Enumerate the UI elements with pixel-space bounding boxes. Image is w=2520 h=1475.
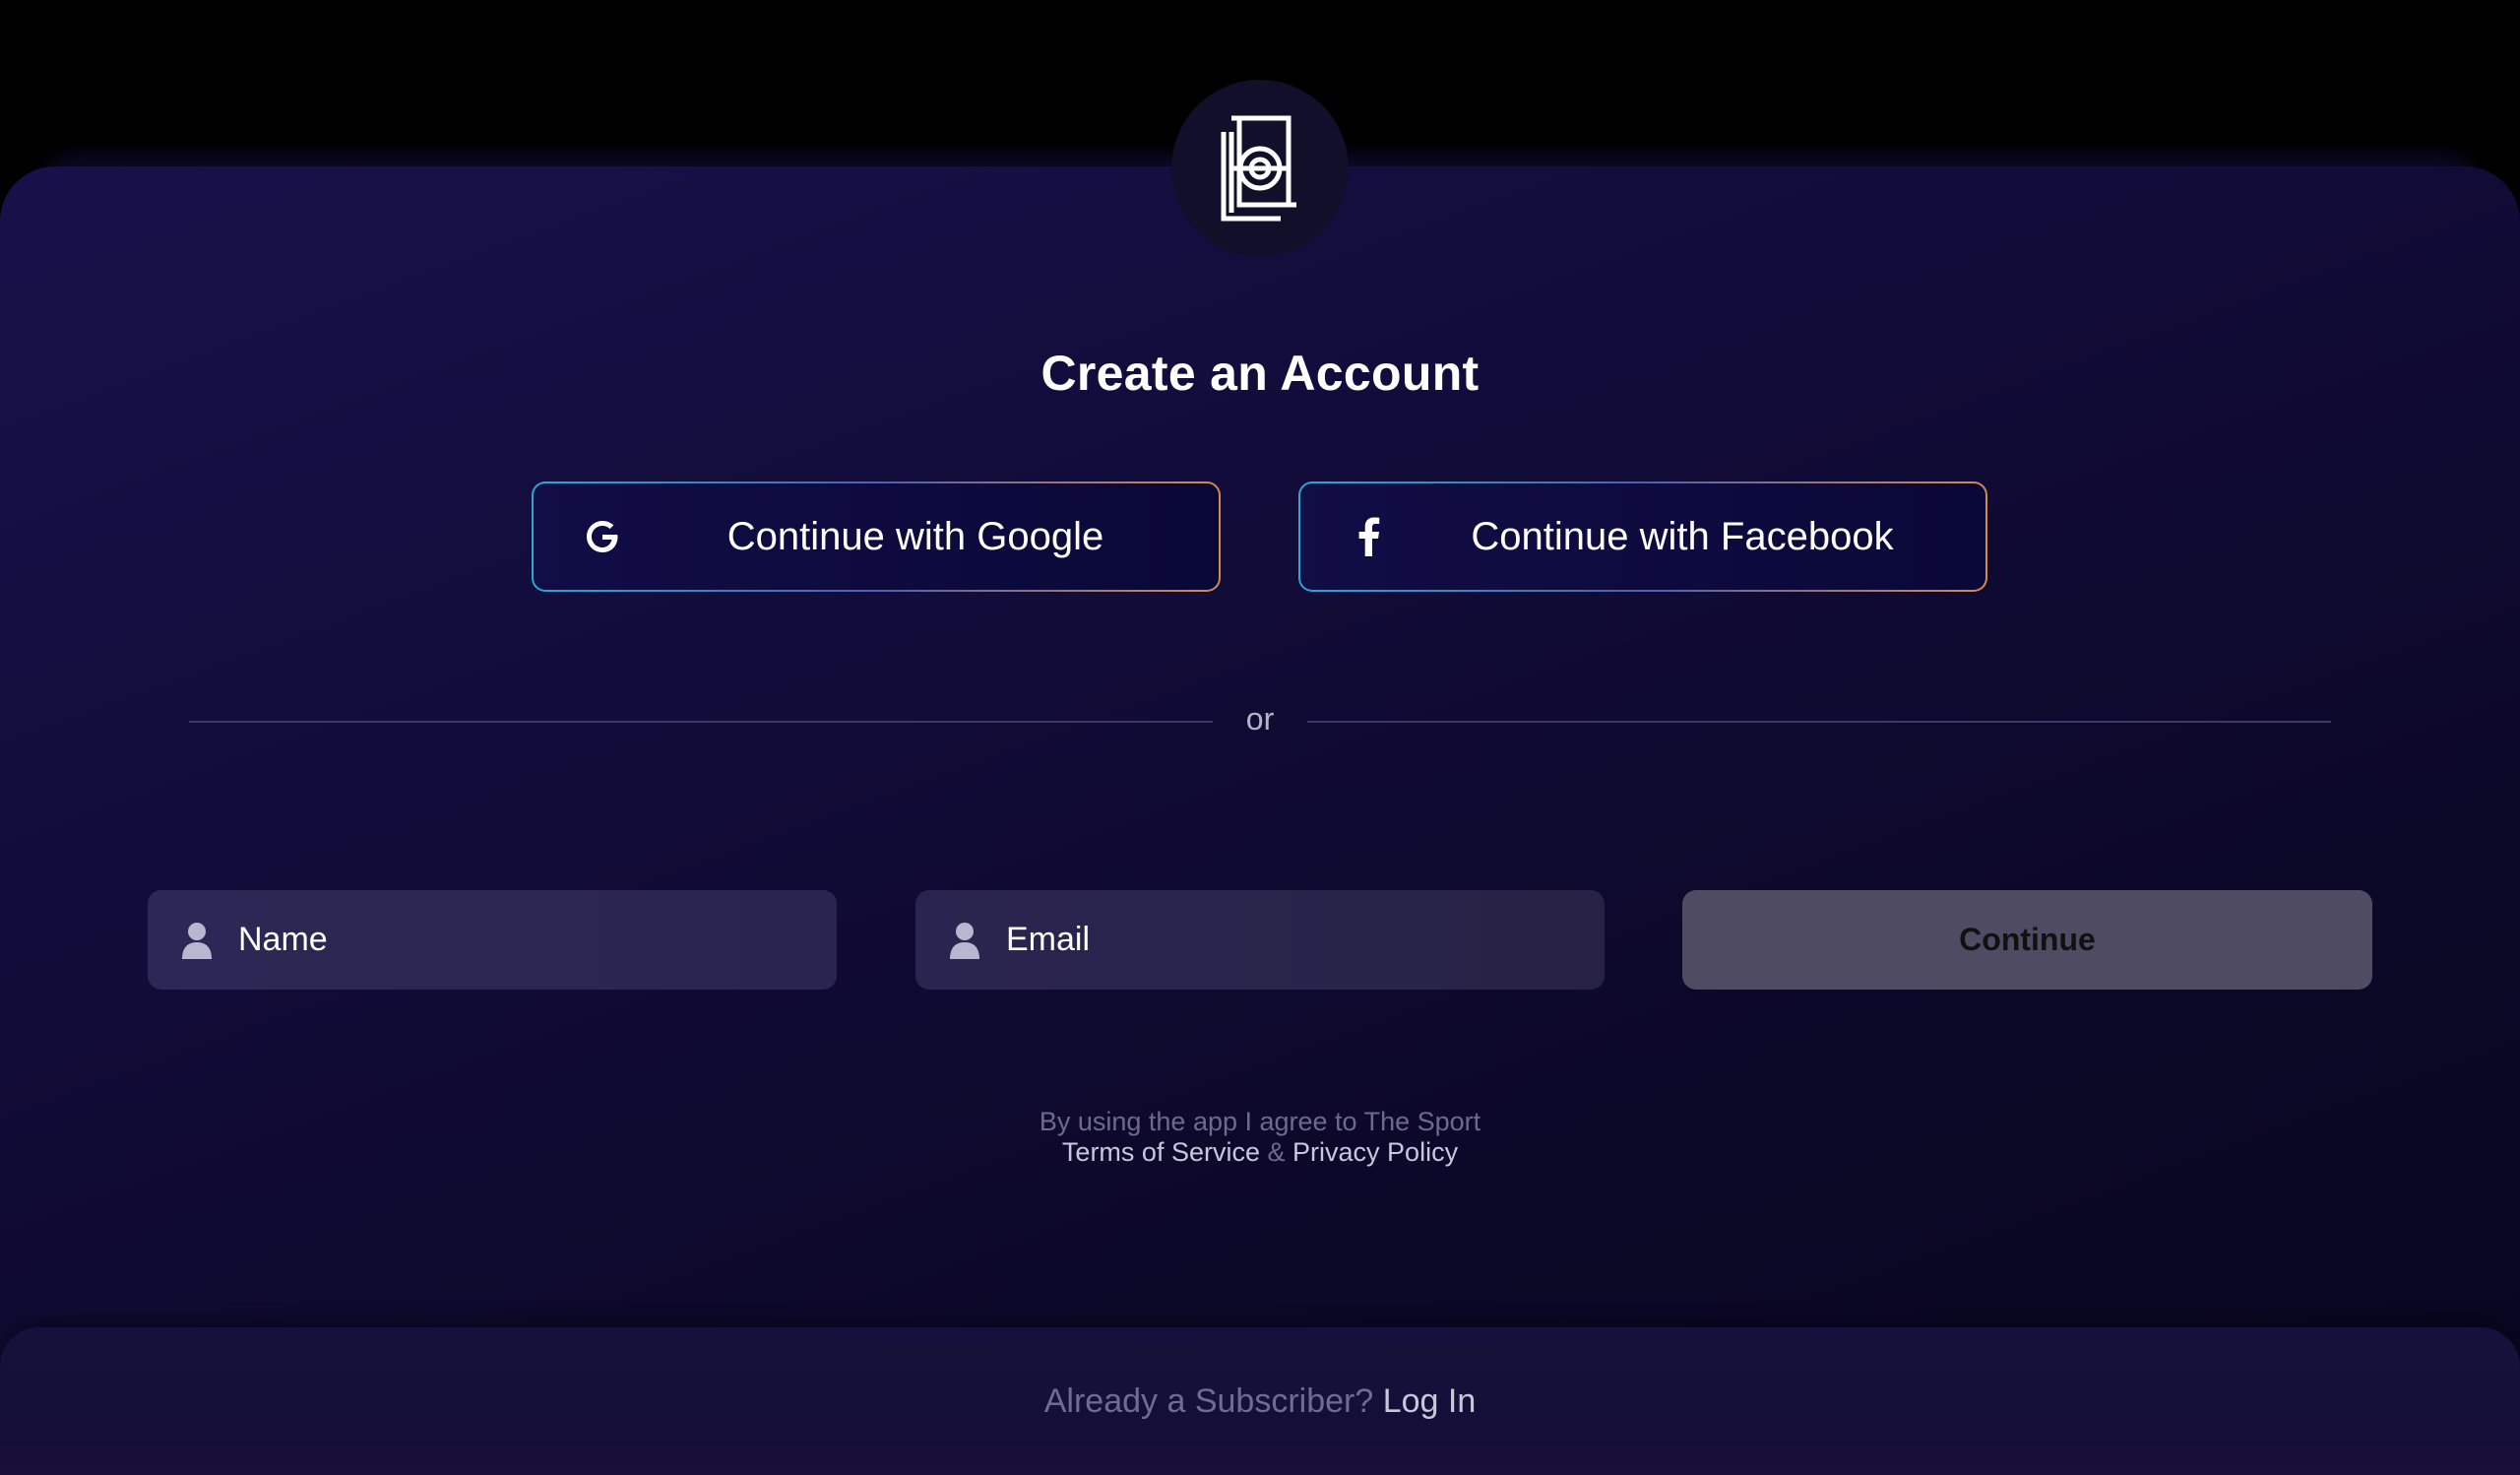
legal-line: By using the app I agree to The Sport (1039, 1107, 1481, 1136)
privacy-policy-link[interactable]: Privacy Policy (1292, 1137, 1458, 1167)
divider-or-text: or (1245, 701, 1275, 737)
continue-with-facebook-button[interactable]: Continue with Facebook (1298, 481, 1987, 592)
terms-of-service-link[interactable]: Terms of Service (1062, 1137, 1260, 1167)
name-field[interactable] (148, 890, 837, 990)
footer-login-prompt: Already a Subscriber? Log In (0, 1382, 2520, 1421)
brand-logo-icon (1221, 115, 1296, 222)
legal-links: Terms of Service & Privacy Policy (0, 1137, 2520, 1168)
brand-logo (1171, 80, 1349, 257)
facebook-button-label: Continue with Facebook (1471, 514, 1894, 558)
app-root: Create an Account Continue with Google C… (0, 0, 2520, 1475)
google-button-label: Continue with Google (726, 514, 1104, 558)
subscriber-prompt-text: Already a Subscriber? (1043, 1382, 1374, 1420)
person-icon (950, 923, 979, 959)
email-field[interactable] (915, 890, 1605, 990)
divider-line-right (1307, 721, 2331, 723)
legal-ampersand: & (1267, 1137, 1286, 1167)
page-title: Create an Account (1040, 346, 1480, 401)
divider-line-left (189, 721, 1213, 723)
email-input[interactable] (1006, 890, 1577, 990)
name-input[interactable] (238, 890, 809, 990)
continue-with-google-button[interactable]: Continue with Google (532, 481, 1221, 592)
person-icon (182, 923, 212, 959)
legal-notice: By using the app I agree to The Sport Te… (0, 1107, 2520, 1168)
continue-button[interactable]: Continue (1682, 890, 2372, 990)
log-in-link[interactable]: Log In (1383, 1382, 1477, 1420)
